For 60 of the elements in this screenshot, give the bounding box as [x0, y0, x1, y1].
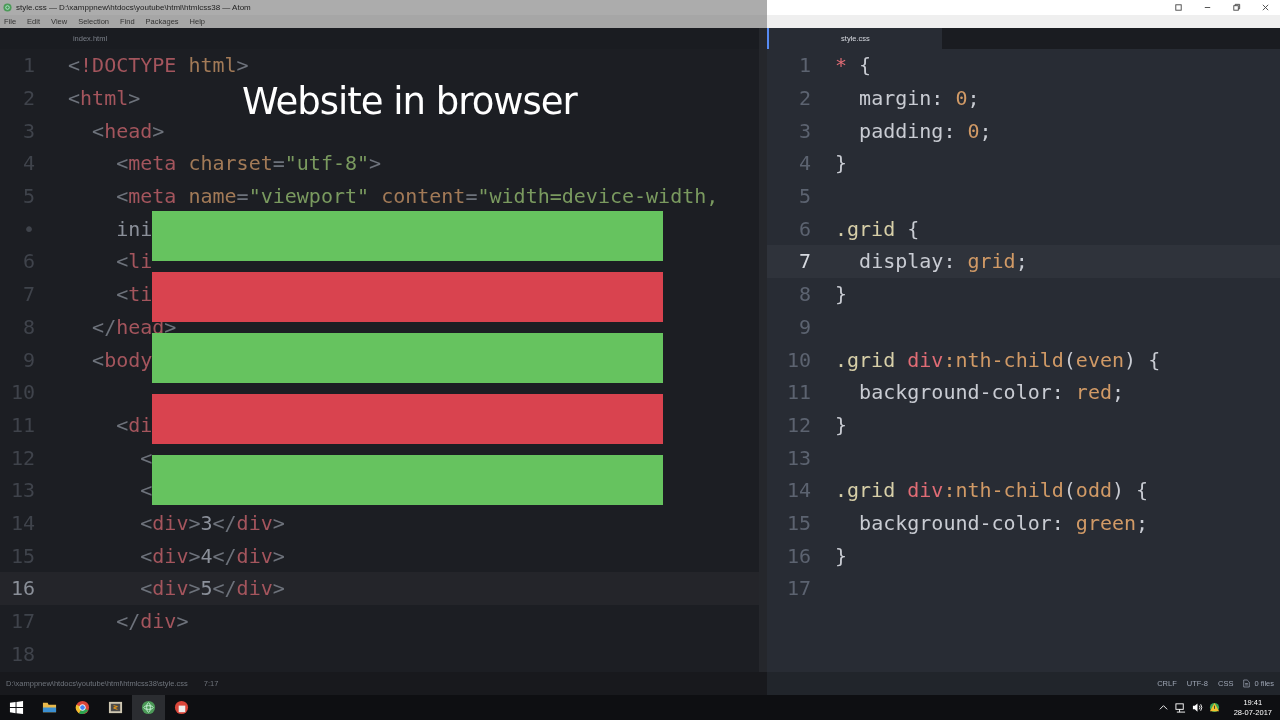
line-number: •: [21, 216, 35, 241]
code-line: <div>3</div>: [139, 510, 285, 535]
code-line: <meta name="viewport" content="width=device-width,: [115, 184, 719, 209]
app-logo-icon: [3, 3, 12, 12]
code-line: }: [835, 412, 848, 437]
network-icon[interactable]: [1174, 702, 1186, 713]
code-line: .grid {: [835, 216, 920, 241]
code-line: </head>: [91, 314, 177, 339]
code-line: <meta charset="utf-8">: [115, 151, 382, 176]
overlay-title: Website in browser: [242, 80, 577, 123]
code-line: display: grid;: [858, 249, 1028, 274]
close-icon[interactable]: [1261, 3, 1270, 12]
code-line: <di: [115, 412, 153, 437]
code-line: <div>5</div>: [139, 576, 285, 601]
code-line: padding: 0;: [858, 118, 992, 143]
code-line: <ti: [115, 282, 153, 307]
line-number: 5: [797, 184, 811, 209]
code-line: ini: [115, 216, 153, 241]
code-line: <head>: [91, 118, 165, 143]
line-number: 13: [785, 445, 811, 470]
code-line: background-color: green;: [858, 510, 1149, 535]
line-number: 11: [785, 380, 811, 405]
code-line: <: [139, 445, 153, 470]
code-line: <html>: [68, 86, 141, 111]
maximize-icon[interactable]: [1232, 3, 1241, 12]
line-number: 17: [785, 576, 811, 601]
line-number: 8: [797, 282, 811, 307]
line-number: 12: [785, 412, 811, 437]
line-number: 2: [797, 86, 811, 111]
line-number: 9: [797, 314, 811, 339]
code-line: </div>: [115, 609, 189, 634]
code-line: }: [835, 543, 848, 568]
atom-app-icon[interactable]: [132, 695, 165, 720]
line-number: 1: [797, 53, 811, 78]
file-icon: [1243, 679, 1251, 688]
line-number: 3: [797, 118, 811, 143]
line-number: 7: [797, 249, 811, 274]
line-number: 6: [797, 216, 811, 241]
code-line: <body: [91, 347, 153, 372]
line-number: 16: [9, 576, 35, 601]
code-line: .grid div:nth-child(odd) {: [835, 478, 1149, 503]
code-line: background-color: red;: [858, 380, 1124, 405]
volume-icon[interactable]: [1191, 702, 1203, 713]
code-line: <div>4</div>: [139, 543, 285, 568]
line-number: 4: [797, 151, 811, 176]
line-number: 16: [785, 543, 811, 568]
line-number: 14: [785, 478, 811, 503]
code-line: <!DOCTYPE html>: [68, 53, 249, 78]
line-number: 10: [785, 347, 811, 372]
code-line: }: [835, 151, 848, 176]
code-line: <: [139, 478, 153, 503]
code-line: * {: [835, 53, 872, 78]
code-line: margin: 0;: [858, 86, 980, 111]
chevron-up-icon[interactable]: [1157, 702, 1169, 713]
code-line: .grid div:nth-child(even) {: [835, 347, 1161, 372]
code-line: }: [835, 282, 848, 307]
line-number: 15: [785, 510, 811, 535]
warning-icon[interactable]: [1208, 702, 1220, 713]
window-title: style.css — D:\xamppnew\htdocs\youtube\html\htmlcss38 — Atom: [16, 3, 251, 12]
code-line: <li: [115, 249, 153, 274]
